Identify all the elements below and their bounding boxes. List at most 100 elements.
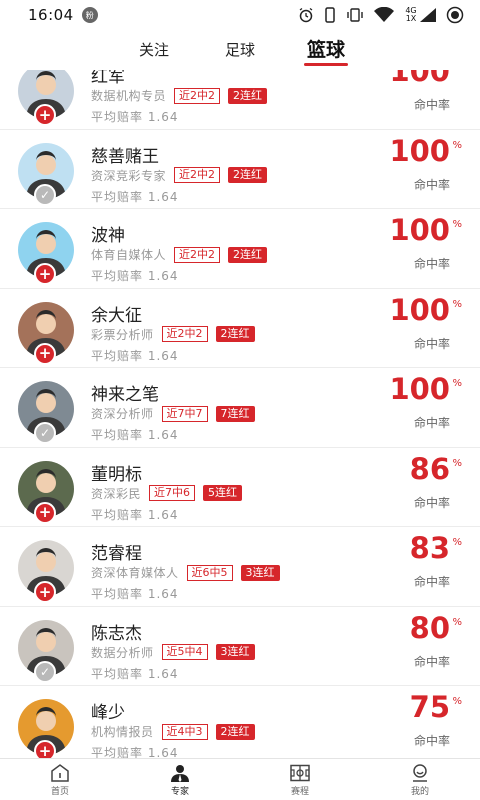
streak-tag: 3连红	[215, 644, 255, 660]
follow-plus-icon[interactable]: +	[34, 501, 56, 524]
nav-home-label: 首页	[50, 787, 69, 797]
hit-rate-label: 命中率	[413, 416, 450, 430]
expert-role: 体育自媒体人	[91, 248, 167, 262]
expert-row[interactable]: + 余大征 彩票分析师 近2中2 2连红 平均赔率 1.64 100% 命中率	[0, 289, 480, 368]
expert-row[interactable]: + 董明标 资深彩民 近7中6 5连红 平均赔率 1.64 86% 命中率	[0, 448, 480, 527]
nav-schedule-label: 赛程	[290, 787, 309, 797]
average-odds: 平均赔率 1.64	[91, 666, 179, 681]
percent-sign: %	[452, 70, 462, 71]
alarm-icon	[299, 7, 313, 23]
streak-tag: 2连红	[228, 167, 268, 183]
expert-meta: 机构情报员 近4中3 2连红	[91, 723, 255, 740]
vibrate-icon	[347, 8, 363, 22]
record-tag: 近6中5	[186, 564, 233, 581]
nav-expert[interactable]: 专家	[120, 759, 240, 800]
streak-tag: 7连红	[215, 405, 255, 422]
record-tag: 近7中6	[149, 485, 196, 501]
network-label: 4G 1X	[405, 6, 417, 23]
expert-meta: 资深分析师 近7中7 7连红	[91, 405, 255, 422]
expert-list[interactable]: +红军数据机构专员近2中22连红平均赔率 1.64100%命中率✓慈善赌王资深竞…	[0, 70, 480, 758]
network-indicator: 4G 1X	[404, 7, 436, 23]
record-tag: 近2中2	[174, 167, 221, 183]
hit-rate-label: 命中率	[413, 654, 450, 669]
hit-rate-label: 命中率	[413, 98, 450, 112]
streak-tag: 3连红	[240, 564, 280, 581]
record-tag: 近2中2	[174, 87, 221, 104]
expert-role: 资深彩民	[91, 486, 142, 501]
expert-row[interactable]: ✓ 慈善赌王 资深竞彩专家 近2中2 2连红 平均赔率 1.64 100% 命中率	[0, 130, 480, 209]
expert-name: 红军	[91, 70, 125, 87]
average-odds: 平均赔率 1.64	[91, 189, 179, 204]
streak-tag: 5连红	[203, 485, 243, 501]
home-icon	[51, 764, 69, 782]
average-odds: 平均赔率 1.64	[91, 587, 179, 601]
profile-icon	[413, 764, 427, 782]
follow-plus-icon[interactable]: +	[34, 263, 56, 285]
status-icons: 4G 1X	[298, 6, 464, 24]
nav-profile[interactable]: 我的	[360, 759, 480, 800]
follow-plus-icon[interactable]: +	[34, 581, 56, 603]
percent-sign: %	[452, 457, 462, 469]
expert-meta: 资深体育媒体人 近6中5 3连红	[91, 564, 280, 581]
hit-rate-value: 100	[389, 372, 450, 406]
followed-check-icon[interactable]: ✓	[34, 422, 56, 444]
record-tag: 近4中3	[161, 723, 208, 740]
expert-name: 神来之笔	[91, 385, 159, 405]
hit-rate-label: 命中率	[413, 257, 450, 271]
nav-home[interactable]: 首页	[0, 759, 120, 800]
percent-sign: %	[452, 219, 462, 230]
expert-role: 数据机构专员	[91, 89, 167, 103]
percent-sign: %	[452, 616, 462, 628]
expert-role: 数据分析师	[91, 645, 154, 660]
wifi-icon	[374, 7, 394, 22]
expert-list-content: +红军数据机构专员近2中22连红平均赔率 1.64100%命中率✓慈善赌王资深竞…	[0, 70, 480, 758]
follow-plus-icon[interactable]: +	[34, 104, 56, 126]
expert-meta: 资深彩民 近7中6 5连红	[91, 485, 243, 502]
hit-rate-label: 命中率	[413, 575, 450, 589]
expert-name: 波神	[91, 226, 125, 246]
expert-row[interactable]: + 范睿程 资深体育媒体人 近6中5 3连红 平均赔率 1.64 83% 命中率	[0, 527, 480, 607]
percent-sign: %	[452, 378, 462, 389]
expert-meta: 资深竞彩专家 近2中2 2连红	[91, 167, 268, 184]
bottom-nav: 首页 专家 赛程 我的	[0, 758, 480, 800]
record-tag: 近7中7	[161, 405, 208, 422]
expert-meta: 数据机构专员 近2中2 2连红	[91, 87, 268, 104]
streak-tag: 2连红	[215, 326, 255, 342]
nav-expert-label: 专家	[170, 787, 189, 797]
expert-row[interactable]: + 波神 体育自媒体人 近2中2 2连红 平均赔率 1.64 100% 命中率	[0, 209, 480, 289]
nav-profile-label: 我的	[410, 787, 429, 797]
percent-sign: %	[452, 139, 462, 151]
follow-plus-icon[interactable]: +	[34, 740, 56, 758]
followed-check-icon[interactable]: ✓	[34, 660, 56, 683]
hit-rate-value: 75	[409, 690, 450, 724]
streak-tag: 2连红	[228, 87, 268, 104]
tab-football[interactable]: 足球	[197, 30, 283, 70]
hit-rate-label: 命中率	[413, 495, 450, 510]
expert-meta: 数据分析师 近5中4 3连红	[91, 644, 255, 661]
followed-check-icon[interactable]: ✓	[34, 183, 56, 206]
expert-role: 资深分析师	[91, 407, 154, 421]
expert-name: 峰少	[91, 703, 125, 723]
hit-rate-value: 100	[389, 292, 450, 327]
streak-tag: 2连红	[228, 246, 268, 263]
expert-name: 范睿程	[91, 544, 142, 564]
schedule-icon	[290, 764, 310, 782]
average-odds: 平均赔率 1.64	[91, 269, 179, 283]
expert-role: 资深竞彩专家	[91, 168, 167, 183]
hit-rate-value: 100	[389, 213, 450, 247]
sport-tabs: 关注 足球 篮球	[0, 30, 480, 70]
follow-plus-icon[interactable]: +	[34, 342, 56, 365]
nav-schedule[interactable]: 赛程	[240, 759, 360, 800]
expert-role: 资深体育媒体人	[91, 566, 179, 580]
expert-meta: 彩票分析师 近2中2 2连红	[91, 326, 255, 343]
hit-rate-label: 命中率	[413, 177, 450, 192]
battery-icon	[446, 6, 464, 24]
tab-basketball[interactable]: 篮球	[283, 30, 369, 70]
expert-row[interactable]: + 峰少 机构情报员 近4中3 2连红 平均赔率 1.64 75% 命中率	[0, 686, 480, 758]
expert-meta: 体育自媒体人 近2中2 2连红	[91, 246, 268, 263]
hit-rate-value: 100	[389, 133, 450, 168]
expert-row[interactable]: ✓ 陈志杰 数据分析师 近5中4 3连红 平均赔率 1.64 80% 命中率	[0, 607, 480, 686]
expert-row[interactable]: + 红军数据机构专员近2中2 2连红平均赔率 1.64 100% 命中率	[0, 70, 480, 130]
tab-following[interactable]: 关注	[111, 30, 197, 70]
expert-row[interactable]: ✓ 神来之笔 资深分析师 近7中7 7连红 平均赔率 1.64 100% 命中率	[0, 368, 480, 448]
